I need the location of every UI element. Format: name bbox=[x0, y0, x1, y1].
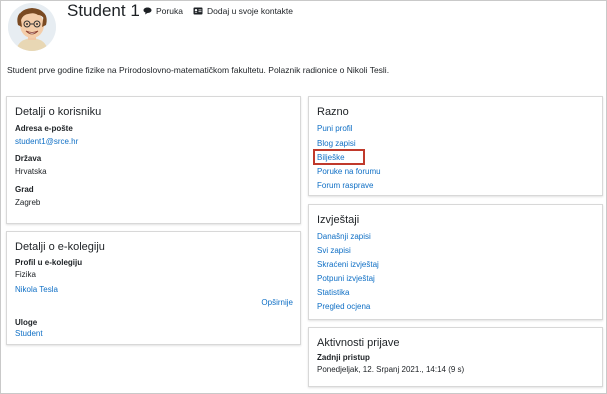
forum-discussions-link[interactable]: Forum rasprave bbox=[317, 181, 373, 190]
email-label: Adresa e-pošte bbox=[15, 124, 73, 133]
country-label: Država bbox=[15, 154, 42, 163]
statistics-link[interactable]: Statistika bbox=[317, 288, 349, 297]
reports-title: Izvještaji bbox=[317, 214, 360, 226]
reports-card: Izvještaji Današnji zapisi Svi zapisi Sk… bbox=[308, 204, 603, 320]
message-button[interactable]: Poruka bbox=[143, 6, 183, 16]
address-card-icon bbox=[193, 7, 203, 15]
blog-entries-link[interactable]: Blog zapisi bbox=[317, 139, 356, 148]
city-value: Zagreb bbox=[15, 198, 41, 207]
country-value: Hrvatska bbox=[15, 167, 47, 176]
course-name: Fizika bbox=[15, 270, 36, 279]
role-link[interactable]: Student bbox=[15, 329, 43, 338]
roles-label: Uloge bbox=[15, 318, 38, 327]
misc-title: Razno bbox=[317, 106, 349, 118]
highlight-box bbox=[313, 149, 365, 165]
user-details-title: Detalji o korisniku bbox=[15, 106, 102, 118]
outline-report-link[interactable]: Skraćeni izvještaj bbox=[317, 260, 379, 269]
grades-overview-link[interactable]: Pregled ocjena bbox=[317, 302, 370, 311]
login-activity-title: Aktivnosti prijave bbox=[317, 337, 400, 349]
course-details-card: Detalji o e-kolegiju Profil u e-kolegiju… bbox=[6, 231, 301, 345]
avatar-illustration bbox=[8, 3, 56, 51]
profile-description: Student prve godine fizike na Prirodoslo… bbox=[7, 65, 390, 75]
all-logs-link[interactable]: Svi zapisi bbox=[317, 246, 351, 255]
todays-logs-link[interactable]: Današnji zapisi bbox=[317, 232, 371, 241]
avatar bbox=[8, 3, 56, 51]
login-activity-card: Aktivnosti prijave Zadnji pristup Ponedj… bbox=[308, 327, 603, 387]
message-label: Poruka bbox=[156, 6, 183, 16]
email-link[interactable]: student1@srce.hr bbox=[15, 137, 78, 146]
course-details-title: Detalji o e-kolegiju bbox=[15, 241, 105, 253]
forum-posts-link[interactable]: Poruke na forumu bbox=[317, 167, 381, 176]
last-access-label: Zadnji pristup bbox=[317, 353, 370, 362]
more-link[interactable]: Opširnije bbox=[261, 298, 293, 307]
last-access-value: Ponedjeljak, 12. Srpanj 2021., 14:14 (9 … bbox=[317, 365, 465, 374]
misc-card: Razno Puni profil Blog zapisi Bilješke P… bbox=[308, 96, 603, 196]
complete-report-link[interactable]: Potpuni izvještaj bbox=[317, 274, 375, 283]
full-profile-link[interactable]: Puni profil bbox=[317, 124, 353, 133]
city-label: Grad bbox=[15, 185, 34, 194]
course-profile-label: Profil u e-kolegiju bbox=[15, 258, 83, 267]
add-contact-label: Dodaj u svoje kontakte bbox=[207, 6, 293, 16]
speech-bubble-icon bbox=[143, 7, 152, 15]
course-link[interactable]: Nikola Tesla bbox=[15, 285, 58, 294]
add-contact-button[interactable]: Dodaj u svoje kontakte bbox=[193, 6, 293, 16]
user-details-card: Detalji o korisniku Adresa e-pošte stude… bbox=[6, 96, 301, 224]
profile-name: Student 1 bbox=[67, 1, 140, 20]
